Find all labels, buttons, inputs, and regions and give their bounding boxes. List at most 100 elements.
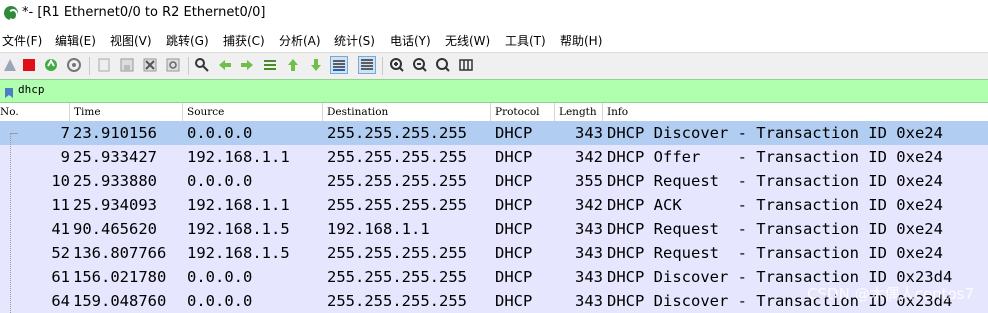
- menu-wireless[interactable]: 无线(W): [445, 32, 490, 49]
- packet-destination: 255.255.255.255: [327, 172, 467, 190]
- packet-source: 192.168.1.1: [187, 148, 290, 166]
- packet-source: 0.0.0.0: [187, 268, 253, 286]
- display-filter-input[interactable]: dhcp: [18, 83, 45, 96]
- column-header-source[interactable]: Source: [183, 103, 323, 121]
- toolbar-separator: [188, 57, 189, 75]
- menu-view[interactable]: 视图(V): [110, 32, 152, 49]
- menu-telephony[interactable]: 电话(Y): [390, 32, 431, 49]
- menu-capture[interactable]: 捕获(C): [223, 32, 265, 49]
- packet-protocol: DHCP: [495, 268, 533, 286]
- menu-go[interactable]: 跳转(G): [166, 32, 209, 49]
- colorize-icon[interactable]: [358, 56, 376, 74]
- main-toolbar: [0, 52, 988, 80]
- packet-length: 343: [575, 220, 603, 238]
- packet-protocol: DHCP: [495, 172, 533, 190]
- bookmark-icon[interactable]: [4, 84, 14, 98]
- column-header-time[interactable]: Time: [70, 103, 183, 121]
- packet-row[interactable]: 41 90.465620 192.168.1.5 192.168.1.1 DHC…: [0, 217, 988, 241]
- resize-columns-icon[interactable]: [458, 57, 474, 73]
- packet-time: 156.021780: [73, 268, 167, 286]
- packet-protocol: DHCP: [495, 220, 533, 238]
- packet-time: 90.465620: [73, 220, 157, 238]
- packet-row[interactable]: 11 25.934093 192.168.1.1 255.255.255.255…: [0, 193, 988, 217]
- packet-protocol: DHCP: [495, 148, 533, 166]
- go-forward-icon[interactable]: [239, 57, 255, 73]
- normal-size-icon[interactable]: [435, 57, 451, 73]
- packet-info: DHCP Request - Transaction ID 0xe24: [607, 172, 943, 190]
- packet-length: 355: [575, 172, 603, 190]
- conversation-bracket: [10, 133, 12, 313]
- zoom-in-icon[interactable]: [389, 57, 405, 73]
- packet-row[interactable]: 9 25.933427 192.168.1.1 255.255.255.255 …: [0, 145, 988, 169]
- packet-length: 342: [575, 196, 603, 214]
- packet-protocol: DHCP: [495, 244, 533, 262]
- column-header-protocol[interactable]: Protocol: [491, 103, 555, 121]
- first-packet-icon[interactable]: [285, 57, 301, 73]
- packet-info: DHCP Offer - Transaction ID 0xe24: [607, 148, 943, 166]
- packet-time: 136.807766: [73, 244, 167, 262]
- packet-row[interactable]: 10 25.933880 0.0.0.0 255.255.255.255 DHC…: [0, 169, 988, 193]
- display-filter-bar[interactable]: dhcp: [0, 79, 988, 103]
- stop-icon[interactable]: [21, 57, 37, 73]
- column-header-info[interactable]: Info: [603, 103, 988, 121]
- packet-source: 0.0.0.0: [187, 292, 253, 310]
- wireshark-logo-icon: [4, 6, 18, 21]
- menu-edit[interactable]: 编辑(E): [55, 32, 96, 49]
- menu-tools[interactable]: 工具(T): [505, 32, 546, 49]
- watermark: CSDN @木偶人centos7: [807, 285, 974, 303]
- packet-destination: 192.168.1.1: [327, 220, 430, 238]
- menu-bar: 文件(F) 编辑(E) 视图(V) 跳转(G) 捕获(C) 分析(A) 统计(S…: [0, 28, 988, 52]
- menu-help[interactable]: 帮助(H): [560, 32, 602, 49]
- packet-time: 25.933427: [73, 148, 157, 166]
- toolbar-separator: [89, 57, 90, 75]
- packet-source: 192.168.1.5: [187, 244, 290, 262]
- window-title: *- [R1 Ethernet0/0 to R2 Ethernet0/0]: [22, 5, 266, 20]
- packet-source: 0.0.0.0: [187, 124, 253, 142]
- reload-icon[interactable]: [165, 57, 181, 73]
- packet-source: 192.168.1.1: [187, 196, 290, 214]
- close-file-icon[interactable]: [142, 57, 158, 73]
- toolbar-separator: [382, 57, 383, 75]
- go-back-icon[interactable]: [217, 57, 233, 73]
- packet-time: 23.910156: [73, 124, 157, 142]
- title-bar: *- [R1 Ethernet0/0 to R2 Ethernet0/0]: [0, 0, 988, 28]
- menu-file[interactable]: 文件(F): [2, 32, 42, 49]
- packet-length: 343: [575, 292, 603, 310]
- conversation-bracket-start: [10, 133, 18, 135]
- column-header-length[interactable]: Length: [555, 103, 603, 121]
- packet-protocol: DHCP: [495, 124, 533, 142]
- packet-info: DHCP ACK - Transaction ID 0xe24: [607, 196, 943, 214]
- save-icon[interactable]: [119, 57, 135, 73]
- menu-analyze[interactable]: 分析(A): [279, 32, 321, 49]
- packet-list-header: No. Time Source Destination Protocol Len…: [0, 103, 988, 122]
- packet-protocol: DHCP: [495, 196, 533, 214]
- packet-destination: 255.255.255.255: [327, 196, 467, 214]
- packet-info: DHCP Discover - Transaction ID 0xe24: [607, 124, 943, 142]
- column-header-destination[interactable]: Destination: [323, 103, 491, 121]
- autoscroll-icon[interactable]: [330, 56, 348, 74]
- column-header-no[interactable]: No.: [0, 103, 70, 121]
- packet-time: 159.048760: [73, 292, 167, 310]
- open-file-icon[interactable]: [96, 57, 112, 73]
- packet-info: DHCP Request - Transaction ID 0xe24: [607, 220, 943, 238]
- last-packet-icon[interactable]: [308, 57, 324, 73]
- shark-fin-start-icon[interactable]: [2, 57, 18, 73]
- go-to-packet-icon[interactable]: [262, 57, 278, 73]
- packet-length: 343: [575, 244, 603, 262]
- menu-statistics[interactable]: 统计(S): [334, 32, 375, 49]
- find-icon[interactable]: [194, 57, 210, 73]
- packet-info: DHCP Request - Transaction ID 0xe24: [607, 244, 943, 262]
- restart-icon[interactable]: [43, 57, 59, 73]
- packet-time: 25.934093: [73, 196, 157, 214]
- zoom-out-icon[interactable]: [412, 57, 428, 73]
- packet-row[interactable]: 52 136.807766 192.168.1.5 255.255.255.25…: [0, 241, 988, 265]
- packet-destination: 255.255.255.255: [327, 124, 467, 142]
- packet-length: 342: [575, 148, 603, 166]
- packet-length: 343: [575, 124, 603, 142]
- packet-row[interactable]: 7 23.910156 0.0.0.0 255.255.255.255 DHCP…: [0, 121, 988, 145]
- options-icon[interactable]: [66, 57, 82, 73]
- packet-time: 25.933880: [73, 172, 157, 190]
- packet-source: 0.0.0.0: [187, 172, 253, 190]
- packet-destination: 255.255.255.255: [327, 292, 467, 310]
- packet-destination: 255.255.255.255: [327, 268, 467, 286]
